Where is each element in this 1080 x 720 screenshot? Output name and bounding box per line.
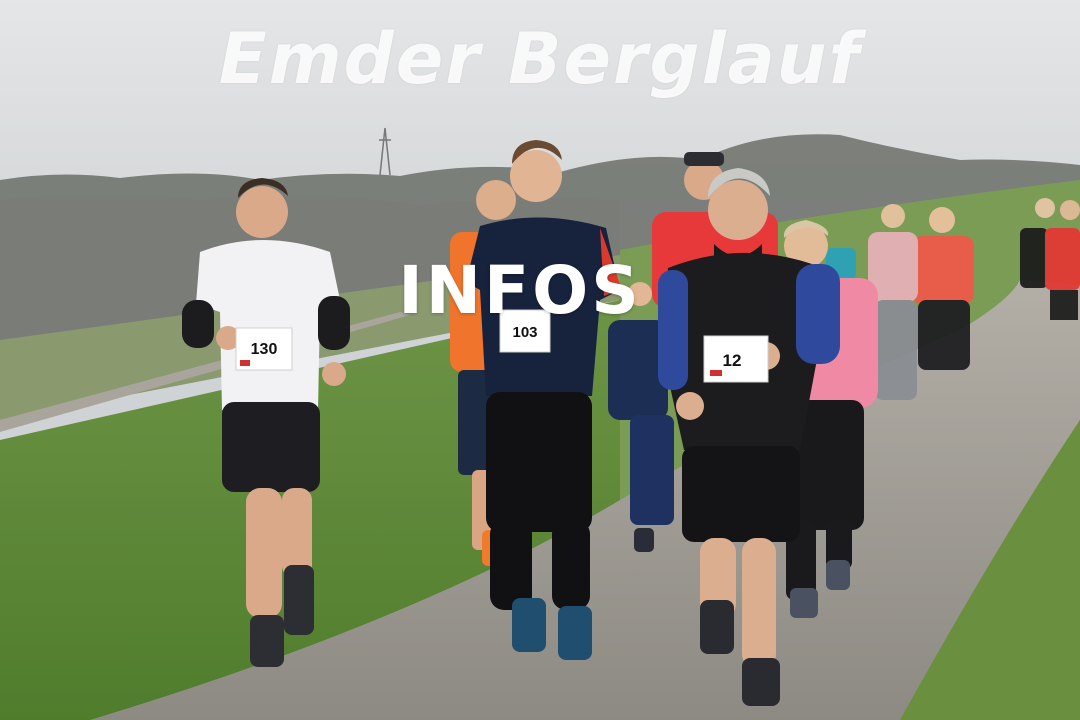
event-title: Emder Berglauf (218, 18, 862, 100)
infos-link[interactable]: INFOS (0, 252, 1040, 329)
race-photo: 130 103 12 (0, 0, 1080, 720)
bib-12: 12 (723, 351, 742, 370)
hero-banner: 130 103 12 Emder Berglauf INFOS (0, 0, 1080, 720)
bib-130: 130 (251, 341, 278, 358)
